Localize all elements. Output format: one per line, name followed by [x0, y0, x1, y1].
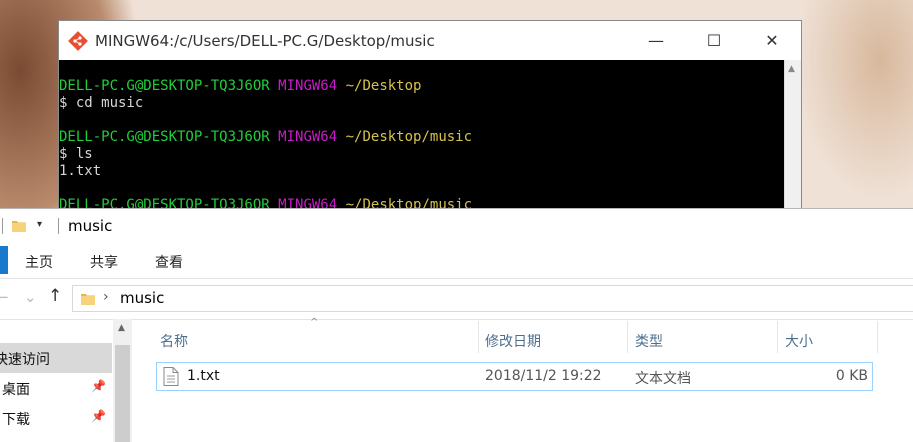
prompt-env: MINGW64	[278, 129, 338, 145]
terminal-output[interactable]: DELL-PC.G@DESKTOP-TQ3J6OR MINGW64 ~/Desk…	[59, 60, 785, 210]
nav-item-quick-access[interactable]: 快速访问	[0, 343, 112, 373]
git-logo-icon	[68, 30, 88, 51]
breadcrumb-music[interactable]: music	[120, 289, 164, 307]
file-row[interactable]: 1.txt 2018/11/2 19:22 文本文档 0 KB	[156, 362, 873, 391]
terminal-window[interactable]: MINGW64:/c/Users/DELL-PC.G/Desktop/music…	[58, 20, 802, 210]
explorer-title: music	[68, 217, 113, 235]
column-header-type[interactable]: 类型	[635, 325, 777, 355]
column-header-modified[interactable]: 修改日期	[485, 325, 627, 355]
explorer-titlebar[interactable]: ▾ music	[0, 209, 913, 243]
column-label: 修改日期	[485, 334, 541, 350]
terminal-prompt-line: DELL-PC.G@DESKTOP-TQ3J6OR MINGW64 ~/Desk…	[59, 129, 785, 146]
column-label: 名称	[160, 334, 188, 350]
titlebar-divider	[58, 218, 59, 234]
column-header-name[interactable]: 名称	[160, 325, 478, 355]
navigation-pane: 快速访问 桌面 📌 下载 📌	[0, 319, 112, 442]
prompt-env: MINGW64	[278, 78, 338, 94]
nav-item-downloads[interactable]: 下载 📌	[0, 403, 112, 433]
minimize-button[interactable]: —	[627, 21, 685, 60]
maximize-button[interactable]: ☐	[685, 21, 743, 60]
quick-access-dropdown-icon[interactable]: ▾	[37, 219, 42, 230]
prompt-path: ~/Desktop/music	[345, 129, 473, 145]
explorer-content: 快速访问 桌面 📌 下载 📌 ▲ ^ 名称 修改日期 类型 大小 1.txt 2…	[0, 317, 913, 442]
text-file-icon	[163, 367, 179, 386]
titlebar-divider	[2, 218, 3, 234]
up-arrow-icon[interactable]: ↑	[48, 286, 62, 306]
folder-icon	[81, 294, 95, 305]
scrollbar-thumb[interactable]	[115, 345, 130, 442]
column-divider[interactable]	[627, 321, 628, 353]
nav-item-label: 桌面	[2, 382, 30, 398]
back-arrow-icon[interactable]: ←	[0, 288, 9, 306]
pin-icon[interactable]: 📌	[91, 409, 106, 423]
scroll-up-arrow-icon[interactable]: ▲	[118, 323, 125, 333]
nav-item-desktop[interactable]: 桌面 📌	[0, 373, 112, 403]
file-name: 1.txt	[187, 368, 220, 384]
file-list: ^ 名称 修改日期 类型 大小 1.txt 2018/11/2 19:22 文本…	[132, 317, 913, 442]
column-divider[interactable]	[777, 321, 778, 353]
folder-icon	[12, 221, 26, 232]
file-modified: 2018/11/2 19:22	[485, 368, 602, 384]
terminal-prompt-line: DELL-PC.G@DESKTOP-TQ3J6OR MINGW64 ~/Desk…	[59, 78, 785, 95]
tab-share[interactable]: 共享	[90, 252, 118, 272]
terminal-scrollbar[interactable]: ▲	[784, 60, 801, 210]
address-bar-row: ← ⌄ ↑ › music	[0, 279, 913, 320]
recent-locations-icon[interactable]: ⌄	[24, 288, 37, 306]
file-size: 0 KB	[835, 368, 868, 384]
file-tab-edge[interactable]	[0, 246, 8, 274]
nav-pane-scrollbar[interactable]: ▲	[113, 319, 132, 442]
pin-icon[interactable]: 📌	[91, 379, 106, 393]
scroll-up-arrow-icon[interactable]: ▲	[788, 64, 795, 74]
column-divider[interactable]	[478, 321, 479, 353]
column-divider[interactable]	[877, 321, 878, 353]
terminal-command-line: $ ls	[59, 146, 93, 162]
ribbon: 主页 共享 查看	[0, 243, 913, 279]
nav-item-label: 快速访问	[0, 352, 50, 368]
column-header-size[interactable]: 大小	[785, 325, 875, 355]
file-type: 文本文档	[635, 371, 691, 387]
terminal-title: MINGW64:/c/Users/DELL-PC.G/Desktop/music	[95, 31, 435, 50]
prompt-path: ~/Desktop	[345, 78, 422, 94]
prompt-user: DELL-PC.G@DESKTOP-TQ3J6OR	[59, 129, 270, 145]
terminal-command-line: $ cd music	[59, 95, 144, 111]
terminal-titlebar[interactable]: MINGW64:/c/Users/DELL-PC.G/Desktop/music…	[59, 21, 801, 60]
tab-home[interactable]: 主页	[25, 252, 53, 272]
explorer-window[interactable]: ▾ music 主页 共享 查看 ← ⌄ ↑ › music 快速访问 桌面 📌…	[0, 208, 913, 442]
column-label: 类型	[635, 334, 663, 350]
breadcrumb-chevron-icon[interactable]: ›	[103, 289, 109, 305]
nav-item-label: 下载	[2, 412, 30, 428]
tab-view[interactable]: 查看	[155, 252, 183, 272]
prompt-user: DELL-PC.G@DESKTOP-TQ3J6OR	[59, 78, 270, 94]
column-label: 大小	[785, 334, 813, 350]
address-bar[interactable]: › music	[72, 285, 913, 312]
close-button[interactable]: ✕	[743, 21, 801, 60]
terminal-output-line: 1.txt	[59, 163, 102, 179]
